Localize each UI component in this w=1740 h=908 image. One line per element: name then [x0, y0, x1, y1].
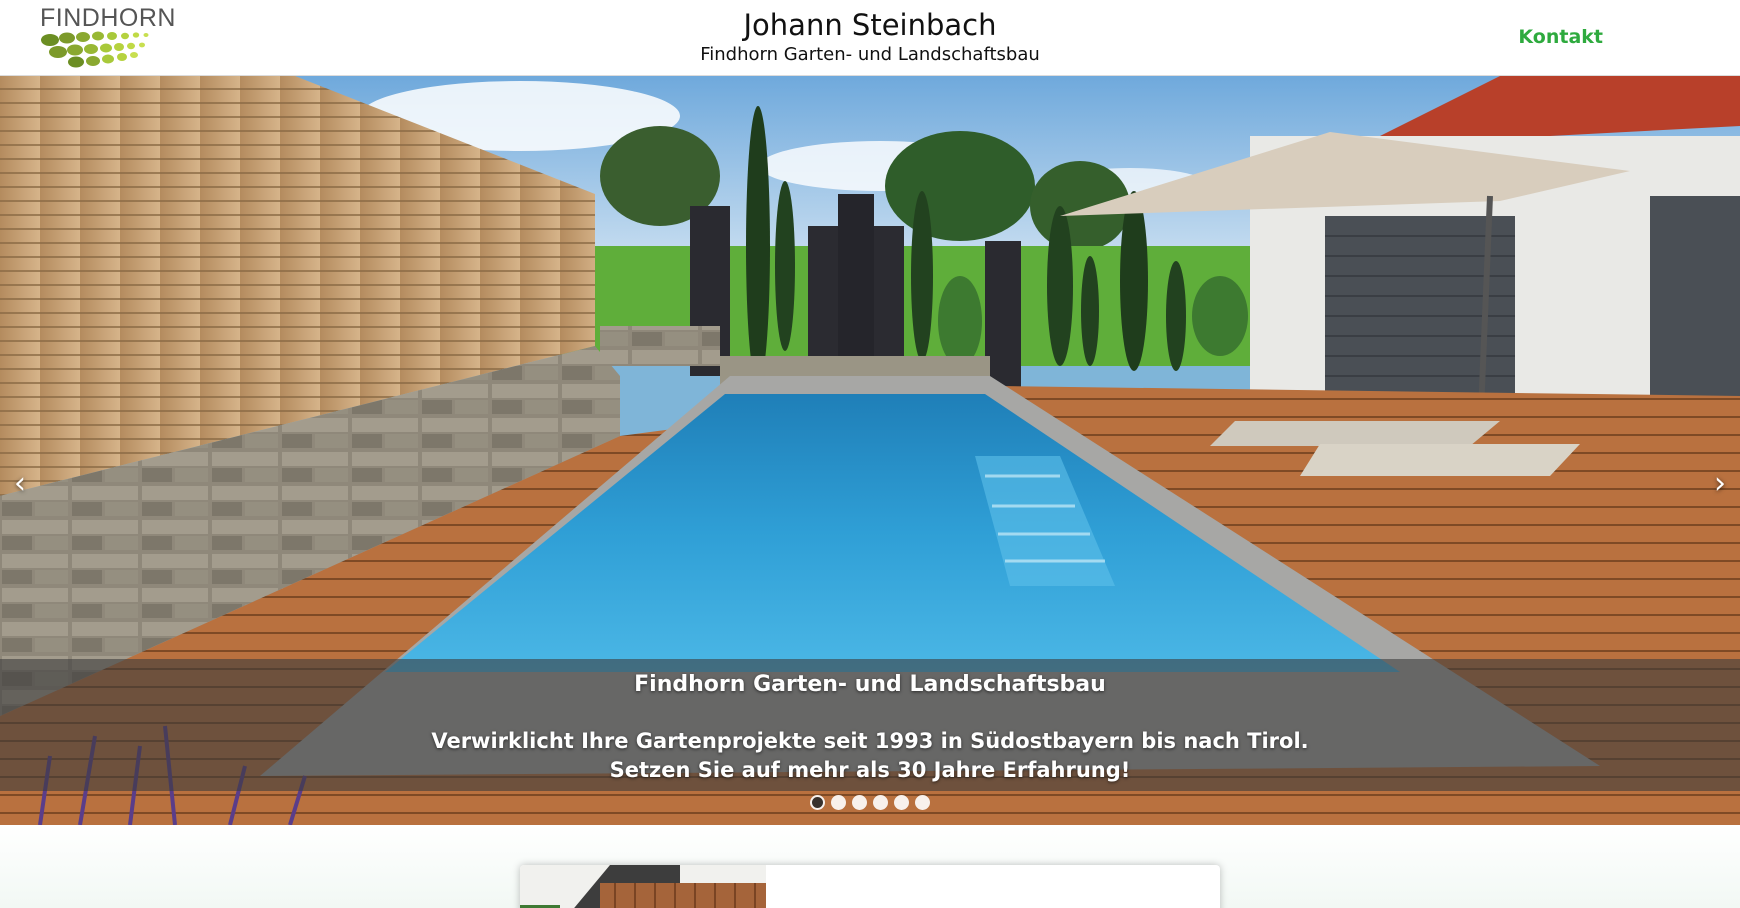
- carousel-next-icon[interactable]: ›: [1705, 464, 1735, 504]
- content-section: [0, 825, 1740, 908]
- page-subtitle: Findhorn Garten- und Landschaftsbau: [700, 44, 1040, 65]
- caption-line-2: Setzen Sie auf mehr als 30 Jahre Erfahru…: [609, 758, 1131, 782]
- carousel-indicators: [0, 795, 1740, 810]
- contact-link[interactable]: Kontakt: [1518, 26, 1603, 48]
- page-title: Johann Steinbach: [743, 8, 997, 42]
- header-title-block: Johann Steinbach Findhorn Garten- und La…: [0, 6, 1740, 66]
- site-header: FINDHORN Johann Steinbach Findhorn Garte…: [0, 0, 1740, 76]
- carousel-indicator-3[interactable]: [852, 795, 867, 810]
- hero-carousel: Findhorn Garten- und Landschaftsbau Verw…: [0, 76, 1740, 825]
- carousel-indicator-1[interactable]: [810, 795, 825, 810]
- carousel-indicator-2[interactable]: [831, 795, 846, 810]
- feature-card[interactable]: [520, 865, 1220, 908]
- carousel-indicator-6[interactable]: [915, 795, 930, 810]
- carousel-indicator-4[interactable]: [873, 795, 888, 810]
- carousel-prev-icon[interactable]: ‹: [5, 464, 35, 504]
- carousel-caption: Findhorn Garten- und Landschaftsbau Verw…: [0, 659, 1740, 791]
- carousel-indicator-5[interactable]: [894, 795, 909, 810]
- caption-line-1: Verwirklicht Ihre Gartenprojekte seit 19…: [431, 729, 1309, 753]
- caption-title: Findhorn Garten- und Landschaftsbau: [634, 672, 1106, 697]
- feature-card-image: [520, 865, 766, 908]
